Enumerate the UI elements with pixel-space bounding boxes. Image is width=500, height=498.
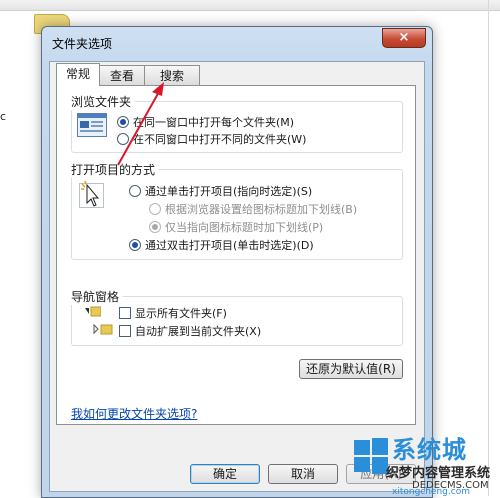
radio-double-click-label: 通过双击打开项目(单击时选定)(D) — [145, 239, 314, 252]
background-border — [488, 0, 489, 496]
radio-double-click[interactable]: 通过双击打开项目(单击时选定)(D) — [129, 237, 314, 253]
watermark-sub-brand: 织梦内容管理系统 — [386, 466, 491, 481]
restore-defaults-button[interactable]: 还原为默认值(R) — [299, 359, 403, 379]
window-icon — [77, 113, 107, 137]
radio-underline-browser[interactable]: 根据浏览器设置给图标标题加下划线(B) — [149, 201, 357, 217]
radio-dot[interactable] — [129, 239, 141, 251]
background-text-fragment: c — [0, 110, 7, 123]
close-button[interactable]: × — [382, 28, 426, 48]
expanded-folder-icon — [85, 306, 101, 317]
cancel-button[interactable]: 取消 — [268, 464, 338, 484]
ok-button[interactable]: 确定 — [190, 464, 260, 484]
radio-single-click-label: 通过单击打开项目(指向时选定)(S) — [145, 185, 313, 198]
checkbox-box[interactable] — [119, 325, 131, 337]
radio-underline-browser-label: 根据浏览器设置给图标标题加下划线(B) — [165, 203, 358, 216]
checkbox-auto-expand[interactable]: 自动扩展到当前文件夹(X) — [119, 323, 261, 339]
cursor-click-icon — [79, 180, 104, 208]
radio-underline-point[interactable]: 仅当指向图标标题时加下划线(P) — [149, 219, 323, 235]
checkbox-box[interactable] — [119, 307, 131, 319]
watermark-logo: 系统城 织梦内容管理系统 DEDECMS.COM xitongcheng.com — [352, 430, 492, 497]
checkbox-show-all-folders[interactable]: 显示所有文件夹(F) — [119, 305, 227, 321]
dialog-client-area: 常规 查看 搜索 浏览文件夹 在同一窗口中打开每个文件夹(M) 在不同窗口中打开… — [49, 61, 425, 492]
annotation-arrow-icon — [117, 82, 164, 166]
radio-dot[interactable] — [149, 221, 161, 233]
folder-options-dialog: 文件夹选项 × 常规 查看 搜索 浏览文件夹 在同一窗口中打开每个文件夹(M) … — [41, 26, 433, 498]
dialog-title: 文件夹选项 — [52, 37, 113, 51]
collapsed-folder-icon — [93, 323, 113, 335]
radio-dot[interactable] — [149, 203, 161, 215]
checkbox-auto-expand-label: 自动扩展到当前文件夹(X) — [135, 325, 262, 338]
radio-dot[interactable] — [129, 185, 141, 197]
watermark-brand: 系统城 — [392, 436, 467, 464]
radio-underline-point-label: 仅当指向图标标题时加下划线(P) — [165, 221, 324, 234]
help-link[interactable]: 我如何更改文件夹选项? — [71, 405, 197, 422]
navigation-pane-title: 导航窗格 — [71, 288, 124, 305]
tab-general[interactable]: 常规 — [56, 63, 100, 86]
checkbox-show-all-folders-label: 显示所有文件夹(F) — [135, 307, 227, 320]
background-window-toolbar — [0, 0, 500, 11]
radio-single-click[interactable]: 通过单击打开项目(指向时选定)(S) — [129, 183, 312, 199]
